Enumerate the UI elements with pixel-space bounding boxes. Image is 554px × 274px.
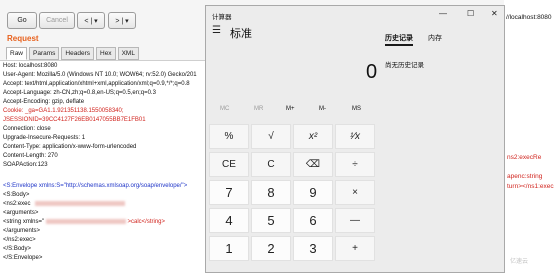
- xml-line: <S:Envelope xmlns:S="http://schemas.xmls…: [3, 183, 188, 189]
- digit-5-button[interactable]: 5: [251, 208, 291, 233]
- ce-button[interactable]: CE: [209, 152, 249, 177]
- go-button[interactable]: Go: [7, 12, 37, 29]
- redacted-block: [45, 219, 126, 224]
- header-line: Content-Length: 270: [3, 153, 58, 159]
- clear-button[interactable]: C: [251, 152, 291, 177]
- history-panel: 历史记录 内存 尚无历史记录: [379, 24, 504, 272]
- redacted-block: [35, 201, 126, 206]
- plus-button[interactable]: +: [335, 236, 375, 261]
- tab-memory[interactable]: 内存: [428, 33, 442, 43]
- xml-line: </S:Envelope>: [3, 255, 43, 261]
- xml-line-text: <string xmlns=": [3, 219, 45, 226]
- history-empty-message: 尚无历史记录: [385, 62, 424, 69]
- xml-line: <arguments>: [3, 210, 39, 216]
- request-title: Request: [7, 34, 39, 43]
- backspace-icon[interactable]: ⌫: [293, 152, 333, 177]
- tab-raw[interactable]: Raw: [6, 47, 28, 60]
- multiply-button[interactable]: ×: [335, 180, 375, 205]
- xml-line: <string xmlns=" >calc</string>: [3, 219, 165, 225]
- digit-8-button[interactable]: 8: [251, 180, 291, 205]
- xml-line: </arguments>: [3, 228, 41, 234]
- mr-button[interactable]: MR: [254, 106, 263, 112]
- xml-line: </S:Body>: [3, 246, 32, 252]
- xml-line: </ns2:exec>: [3, 237, 36, 243]
- header-line: Host: localhost:8080: [3, 63, 58, 69]
- close-icon[interactable]: ✕: [491, 9, 498, 18]
- header-line: Accept: text/html,application/xhtml+xml,…: [3, 81, 190, 87]
- xml-line: <S:Body>: [3, 192, 30, 198]
- ms-button[interactable]: MS: [352, 106, 361, 112]
- request-tabs: Raw Params Headers Hex XML: [6, 47, 139, 60]
- calculator-mode: 标准: [230, 28, 252, 40]
- session-line: JSESSIONID=39CC4127F26EB0147055BB7E1FB01: [3, 117, 146, 123]
- m-minus-button[interactable]: M-: [319, 106, 326, 112]
- calculator-window: 计算器 — ☐ ✕ ☰ 标准 0 MC MR M+ M- MS % √ x² ¹…: [205, 5, 505, 273]
- cancel-button[interactable]: Cancel: [39, 12, 75, 29]
- maximize-icon[interactable]: ☐: [467, 9, 474, 18]
- xml-line-text: <ns2:exec: [3, 201, 31, 208]
- digit-9-button[interactable]: 9: [293, 180, 333, 205]
- header-line: Upgrade-Insecure-Requests: 1: [3, 135, 86, 141]
- digit-7-button[interactable]: 7: [209, 180, 249, 205]
- response-fragment: ns2:execRe: [507, 154, 542, 161]
- response-pane: //localhost:8080 ns2:execRe apenc:string…: [504, 0, 554, 273]
- digit-4-button[interactable]: 4: [209, 208, 249, 233]
- back-button[interactable]: < | ▾: [77, 12, 105, 29]
- digit-3-button[interactable]: 3: [293, 236, 333, 261]
- header-line: User-Agent: Mozilla/5.0 (Windows NT 10.0…: [3, 72, 197, 78]
- tab-history[interactable]: 历史记录: [385, 33, 413, 46]
- header-line: Accept-Language: zh-CN,zh;q=0.8,en-US;q=…: [3, 90, 156, 96]
- minus-button[interactable]: —: [335, 208, 375, 233]
- digit-6-button[interactable]: 6: [293, 208, 333, 233]
- watermark: 亿速云: [510, 259, 529, 265]
- forward-button[interactable]: > | ▾: [108, 12, 136, 29]
- tab-headers[interactable]: Headers: [61, 47, 94, 60]
- target-url: //localhost:8080: [506, 14, 552, 21]
- minimize-icon[interactable]: —: [439, 9, 447, 18]
- header-line: Connection: close: [3, 126, 51, 132]
- request-editor[interactable]: Host: localhost:8080 User-Agent: Mozilla…: [0, 60, 205, 274]
- calc-payload: >calc</string>: [127, 219, 166, 226]
- window-title: 计算器: [212, 14, 232, 21]
- cookie-line: Cookie: _ga=GA1.1.921351138.1550058340;: [3, 108, 124, 114]
- header-line: SOAPAction:123: [3, 162, 48, 168]
- digit-1-button[interactable]: 1: [209, 236, 249, 261]
- tab-hex[interactable]: Hex: [96, 47, 116, 60]
- reciprocal-button[interactable]: ¹⁄x: [335, 124, 375, 149]
- result-display: 0: [366, 61, 378, 83]
- m-plus-button[interactable]: M+: [286, 106, 295, 112]
- memory-row: MC MR M+ M- MS: [206, 106, 378, 118]
- response-fragment: apenc:string: [507, 173, 543, 180]
- header-line: Content-Type: application/x-www-form-url…: [3, 144, 137, 150]
- digit-2-button[interactable]: 2: [251, 236, 291, 261]
- mc-button[interactable]: MC: [220, 106, 229, 112]
- divide-button[interactable]: ÷: [335, 152, 375, 177]
- tab-params[interactable]: Params: [29, 47, 60, 60]
- xml-line: <ns2:exec: [3, 201, 126, 208]
- header-line: Accept-Encoding: gzip, deflate: [3, 99, 85, 105]
- menu-icon[interactable]: ☰: [212, 25, 221, 36]
- response-fragment: turn></ns1:exec: [507, 183, 554, 190]
- percent-button[interactable]: %: [209, 124, 249, 149]
- sqrt-button[interactable]: √: [251, 124, 291, 149]
- tab-xml[interactable]: XML: [117, 47, 139, 60]
- square-button[interactable]: x²: [293, 124, 333, 149]
